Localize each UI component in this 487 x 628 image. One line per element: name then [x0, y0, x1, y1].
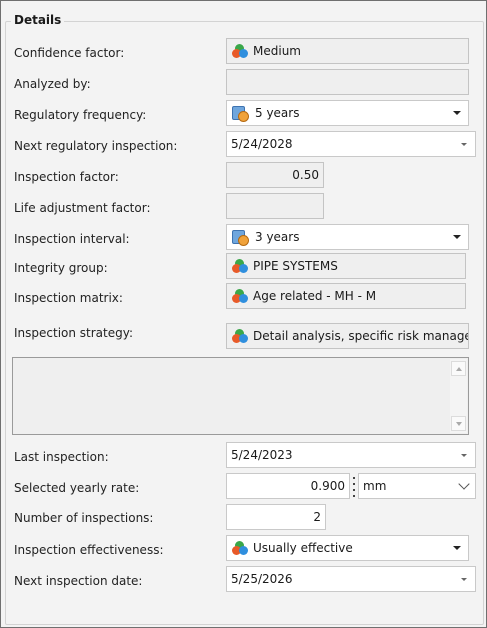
inspection-factor-value: 0.50	[292, 168, 319, 182]
last-inspection-label: Last inspection:	[14, 450, 109, 464]
rate-spin-handle[interactable]	[352, 477, 356, 497]
next-inspection-date-value: 5/25/2026	[231, 572, 293, 586]
inspection-strategy-value: Detail analysis, specific risk manager	[253, 329, 469, 343]
chevron-up-icon	[455, 366, 462, 371]
inspection-factor-field: 0.50	[226, 162, 324, 188]
chevron-down-icon[interactable]	[446, 101, 468, 125]
confidence-factor-label: Confidence factor:	[14, 46, 125, 60]
scroll-up-button[interactable]	[451, 361, 466, 376]
integrity-group-field: PIPE SYSTEMS	[226, 253, 466, 279]
confidence-factor-value: Medium	[253, 44, 301, 58]
inspection-effectiveness-label: Inspection effectiveness:	[14, 543, 164, 557]
analyzed-by-field	[226, 69, 469, 95]
regulatory-frequency-dropdown[interactable]: 5 years	[226, 100, 469, 126]
calendar-clock-icon	[231, 105, 249, 122]
inspection-matrix-field: Age related - MH - M	[226, 283, 466, 309]
selected-yearly-rate-input[interactable]: 0.900	[226, 473, 350, 499]
inspection-interval-dropdown[interactable]: 3 years	[226, 224, 469, 250]
risk-icon	[231, 540, 249, 556]
inspection-strategy-field: Detail analysis, specific risk manager	[226, 323, 469, 349]
number-of-inspections-value: 2	[313, 510, 321, 524]
risk-icon	[231, 43, 249, 59]
group-title: Details	[11, 13, 65, 27]
analyzed-by-label: Analyzed by:	[14, 77, 91, 91]
rate-unit-dropdown[interactable]: mm	[358, 473, 476, 499]
risk-icon	[231, 288, 249, 304]
memo-scrollbar[interactable]	[450, 359, 467, 433]
inspection-effectiveness-dropdown[interactable]: Usually effective	[226, 535, 469, 561]
last-inspection-date-picker[interactable]: 5/24/2023	[226, 442, 476, 468]
integrity-group-value: PIPE SYSTEMS	[253, 259, 338, 273]
notes-memo[interactable]	[12, 357, 469, 435]
chevron-down-icon[interactable]	[453, 474, 475, 498]
risk-icon	[231, 328, 249, 344]
inspection-effectiveness-value: Usually effective	[253, 541, 353, 555]
chevron-down-icon[interactable]	[453, 443, 475, 467]
inspection-factor-label: Inspection factor:	[14, 170, 119, 184]
selected-yearly-rate-label: Selected yearly rate:	[14, 481, 140, 495]
next-inspection-date-label: Next inspection date:	[14, 574, 143, 588]
next-regulatory-inspection-date-picker[interactable]: 5/24/2028	[226, 131, 476, 157]
chevron-down-icon[interactable]	[446, 225, 468, 249]
chevron-down-icon	[455, 421, 462, 426]
integrity-group-label: Integrity group:	[14, 261, 108, 275]
confidence-factor-field: Medium	[226, 38, 469, 64]
next-regulatory-inspection-value: 5/24/2028	[231, 137, 293, 151]
regulatory-frequency-value: 5 years	[255, 106, 300, 120]
number-of-inspections-label: Number of inspections:	[14, 511, 154, 525]
regulatory-frequency-label: Regulatory frequency:	[14, 108, 147, 122]
inspection-matrix-label: Inspection matrix:	[14, 291, 123, 305]
life-adjustment-factor-field	[226, 193, 324, 219]
chevron-down-icon[interactable]	[446, 536, 468, 560]
inspection-strategy-label: Inspection strategy:	[14, 326, 134, 340]
details-panel: Details Confidence factor: Medium Analyz…	[0, 0, 487, 628]
selected-yearly-rate-value: 0.900	[310, 479, 345, 493]
chevron-down-icon[interactable]	[453, 567, 475, 591]
number-of-inspections-input[interactable]: 2	[226, 504, 326, 530]
chevron-down-icon[interactable]	[453, 132, 475, 156]
risk-icon	[231, 258, 249, 274]
life-adjustment-factor-label: Life adjustment factor:	[14, 201, 151, 215]
inspection-matrix-value: Age related - MH - M	[253, 289, 377, 303]
inspection-interval-value: 3 years	[255, 230, 300, 244]
scroll-down-button[interactable]	[451, 416, 466, 431]
next-inspection-date-picker[interactable]: 5/25/2026	[226, 566, 476, 592]
next-regulatory-inspection-label: Next regulatory inspection:	[14, 139, 178, 153]
inspection-interval-label: Inspection interval:	[14, 232, 130, 246]
calendar-clock-icon	[231, 229, 249, 246]
rate-unit-value: mm	[363, 479, 387, 493]
last-inspection-value: 5/24/2023	[231, 448, 293, 462]
